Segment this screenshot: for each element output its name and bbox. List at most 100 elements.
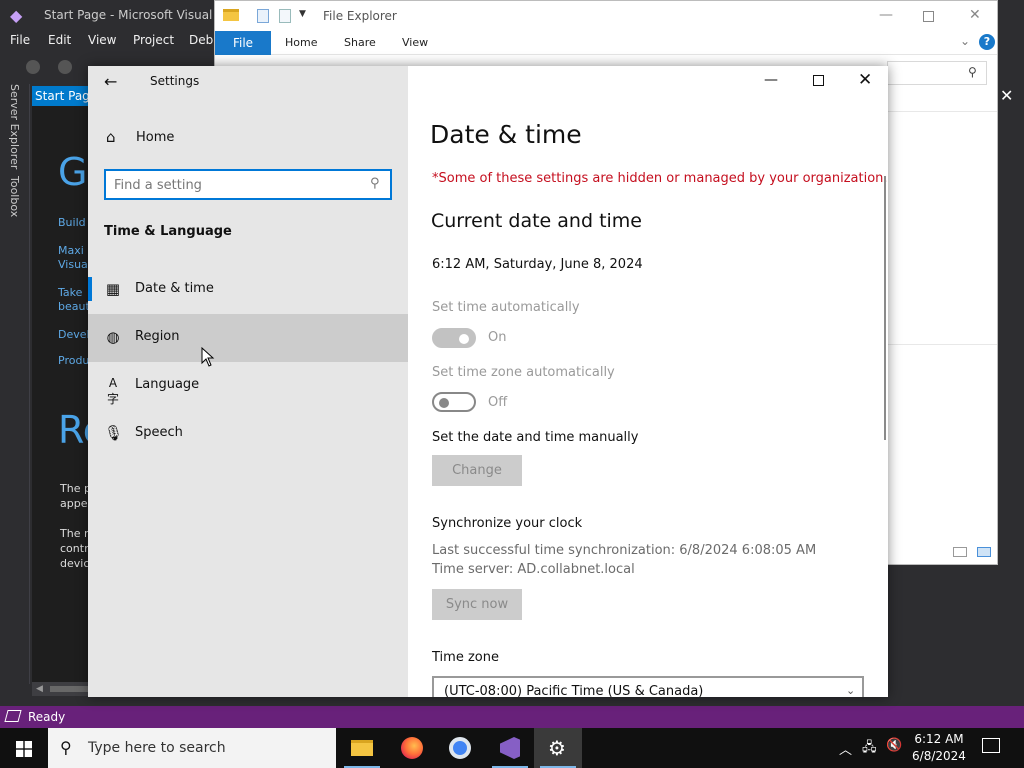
back-nav-icon[interactable] [26,60,40,74]
vs-right-pane [998,84,1024,684]
gear-icon: ⚙ [548,736,566,760]
managed-settings-notice: *Some of these settings are hidden or ma… [432,171,888,186]
auto-zone-toggle[interactable] [432,392,476,412]
fe-tab-file[interactable]: File [215,31,271,55]
search-icon: ⚲ [968,65,977,79]
chevron-down-icon[interactable]: ⌄ [960,34,970,48]
taskbar-app-visual-studio[interactable] [486,728,534,768]
current-date-time-heading: Current date and time [431,210,642,232]
language-icon: A字 [106,376,119,406]
settings-nav-pane: ← Settings ⌂ Home ⚲ Time & Language ▦ Da… [88,66,408,697]
start-page-link[interactable]: Produ [58,354,89,367]
auto-time-state: On [488,330,507,345]
firefox-icon [401,737,423,759]
scroll-left-icon[interactable]: ◀ [36,684,43,694]
timezone-label: Time zone [432,650,499,665]
status-output-icon [4,710,22,722]
globe-icon: ◍ [106,328,120,346]
fe-tab-home[interactable]: Home [285,36,317,49]
start-page-link[interactable]: Maxi [58,244,84,257]
customize-toolbar-icon[interactable]: ▼ [299,9,306,19]
nav-item-speech[interactable]: 🎙 Speech [88,410,408,458]
fe-content-pane [887,111,997,561]
start-page-heading-2: Re [58,408,92,452]
settings-app-title: Settings [150,74,200,88]
large-icons-view-icon[interactable] [977,547,991,557]
start-page-link[interactable]: Take [58,286,82,299]
auto-zone-state: Off [488,395,508,410]
notification-icon[interactable] [982,738,1000,753]
vs-menu-project[interactable]: Project [133,33,174,47]
folder-icon [223,9,239,21]
settings-home-link[interactable]: ⌂ Home [88,124,408,154]
fe-search-box[interactable]: ⚲ [887,61,987,85]
timezone-select[interactable]: (UTC-08:00) Pacific Time (US & Canada) ⌄ [432,676,864,697]
taskbar-clock[interactable]: 6:12 AM 6/8/2024 [906,731,972,765]
taskbar: ⚲ Type here to search ⚙ ︿ 🖧 🔇 6:12 AM 6/… [0,728,1024,768]
maximize-icon[interactable] [923,11,934,22]
chevron-down-icon: ⌄ [846,684,856,697]
nav-item-label: Date & time [135,281,214,296]
auto-time-label: Set time automatically [432,300,580,315]
search-icon: ⚲ [60,738,72,757]
nav-item-language[interactable]: A字 Language [88,362,408,410]
sync-now-button[interactable]: Sync now [432,589,522,620]
properties-icon[interactable] [257,9,269,23]
start-page-heading: G [58,150,88,194]
help-icon[interactable]: ? [979,34,995,50]
search-icon[interactable]: ⚲ [370,176,380,191]
scroll-thumb[interactable] [50,686,90,692]
settings-search-box[interactable]: ⚲ [104,169,392,200]
nav-item-date-time[interactable]: ▦ Date & time [88,266,408,314]
taskbar-app-settings[interactable]: ⚙ [534,728,582,768]
start-page-link[interactable]: beaut [58,300,90,313]
server-explorer-tab[interactable]: Server Explorer [8,84,21,169]
taskbar-app-firefox[interactable] [388,728,436,768]
start-page-text: contr [60,542,89,555]
network-icon[interactable]: 🖧 [862,738,877,760]
fe-tab-share[interactable]: Share [344,36,376,49]
calendar-clock-icon: ▦ [105,280,121,298]
vs-menu-view[interactable]: View [88,33,116,47]
start-page-text: appe [60,497,88,510]
change-button[interactable]: Change [432,455,522,486]
start-page-link[interactable]: Devel [58,328,90,341]
back-arrow-icon[interactable]: ← [104,72,117,91]
taskbar-app-chrome[interactable] [436,728,484,768]
vs-doc-tab-start-page[interactable]: Start Page [32,86,92,106]
visual-studio-logo-icon: ◆ [10,6,23,25]
auto-time-toggle[interactable] [432,328,476,348]
settings-content-pane: Date & time *Some of these settings are … [408,66,888,697]
close-icon[interactable]: ✕ [969,7,981,23]
volume-muted-icon[interactable]: 🔇 [886,738,902,753]
timezone-value: (UTC-08:00) Pacific Time (US & Canada) [444,684,704,697]
vs-menu-file[interactable]: File [10,33,30,47]
minimize-icon[interactable]: — [879,7,893,23]
vs-menu-edit[interactable]: Edit [48,33,71,47]
fe-titlebar: ▼ File Explorer — ✕ [215,1,997,31]
sync-server-text: Time server: AD.collabnet.local [432,562,635,577]
new-folder-icon[interactable] [279,9,291,23]
taskbar-search-box[interactable]: ⚲ Type here to search [48,728,336,768]
taskbar-app-file-explorer[interactable] [338,728,386,768]
start-button[interactable] [0,728,48,768]
content-scrollbar[interactable] [884,176,886,440]
fe-window-title: File Explorer [323,9,397,23]
sync-last-text: Last successful time synchronization: 6/… [432,543,817,558]
toolbox-tab[interactable]: Toolbox [8,176,21,217]
settings-search-input[interactable] [114,176,362,194]
vs-status-text: Ready [28,710,66,724]
close-icon[interactable]: ✕ [1000,86,1013,105]
start-page-link[interactable]: Visua [58,258,88,271]
fe-tab-view[interactable]: View [402,36,428,49]
vs-horizontal-scrollbar[interactable]: ◀ [32,682,92,696]
start-page-link[interactable]: Build [58,216,86,229]
forward-nav-icon[interactable] [58,60,72,74]
fe-ribbon: File Home Share View ⌄ ? [215,31,997,55]
details-view-icon[interactable] [953,547,967,557]
chevron-up-icon[interactable]: ︿ [839,739,852,758]
current-date-time-value: 6:12 AM, Saturday, June 8, 2024 [432,257,643,272]
nav-item-region[interactable]: ◍ Region [88,314,408,362]
start-page-text: The r [60,527,89,540]
microphone-icon: 🎙 [104,424,124,442]
